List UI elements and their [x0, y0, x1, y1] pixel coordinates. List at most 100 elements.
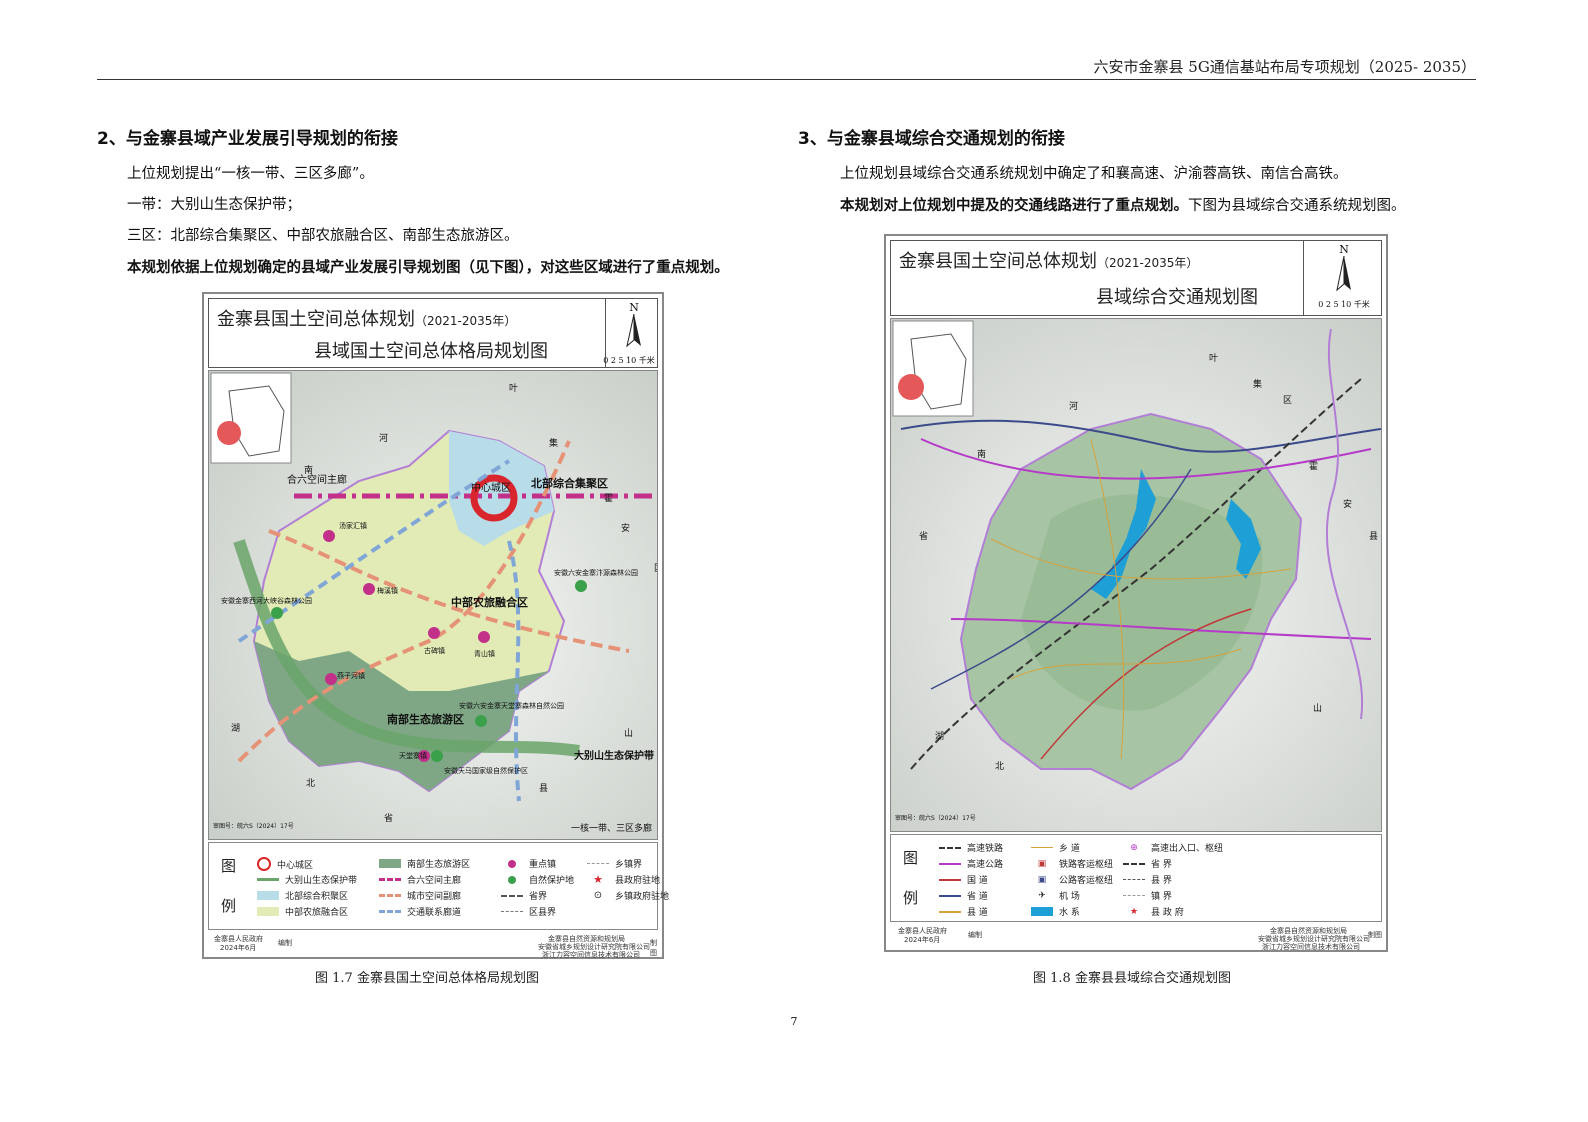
label-char-2: 集 — [549, 439, 559, 449]
label-char-9: 县 — [1369, 532, 1379, 542]
right-para-2-normal: 下图为县域综合交通系统规划图。 — [1188, 198, 1406, 214]
label-char-1: 叶 — [1209, 354, 1219, 364]
right-para-2-bold: 本规划对上位规划中提及的交通线路进行了重点规划。 — [840, 197, 1188, 214]
map-title-1: 金寨县国土空间总体规划（2021-2035年） — [217, 309, 517, 330]
label-char-4: 南 — [304, 466, 314, 476]
legend-key-2: 例 — [221, 897, 237, 915]
label-mid-zone: 中部农旅融合区 — [451, 596, 528, 609]
label-char-7: 霍 — [1309, 462, 1319, 472]
map-title-block: 金寨县国土空间总体规划（2021-2035年） 县域综合交通规划图 N 0 2 … — [890, 240, 1382, 316]
right-section: 3、与金寨县域综合交通规划的衔接 上位规划县域综合交通系统规划中确定了和襄高速、… — [798, 124, 1510, 222]
label-town-2: 梅溪镇 — [377, 587, 398, 595]
map-legend: 图 例 高速铁路 高速公路 国 道 省 道 县 道 乡 道 ▣ 铁路客运枢纽 ▣ 公… — [890, 834, 1382, 922]
right-para-1: 上位规划县域综合交通系统规划中确定了和襄高速、沪渝蓉高铁、南信合高铁。 — [840, 166, 1348, 182]
label-char-8: 安 — [1343, 500, 1353, 510]
left-para-2: 一带：大别山生态保护带； — [127, 197, 301, 213]
legend-item: 镇 界 — [1123, 889, 1172, 902]
label-char-10: 省 — [384, 814, 394, 824]
legend-item: 国 道 — [939, 873, 988, 886]
map-title-2: 县域综合交通规划图 — [1096, 287, 1258, 308]
legend-item: 高速铁路 — [939, 841, 1003, 854]
map-legend: 图 例 中心城区 大别山生态保护带 北部综合积聚区 中部农旅融合区 南部生态旅游… — [208, 842, 669, 930]
label-char-3: 区 — [1283, 396, 1293, 406]
label-north-zone: 北部综合集聚区 — [531, 477, 608, 490]
legend-item: 中部农旅融合区 — [257, 905, 348, 918]
label-char-12: 山 — [624, 729, 634, 739]
map-transport: 金寨县国土空间总体规划（2021-2035年） 县域综合交通规划图 N 0 2 … — [884, 234, 1388, 952]
label-corridor: 合六空间主廊 — [287, 475, 347, 486]
left-para-3: 三区：北部综合集聚区、中部农旅融合区、南部生态旅游区。 — [127, 228, 519, 244]
legend-key-1: 图 — [221, 857, 237, 875]
map-body: 叶 集 区 河 南 省 霍 安 县 湖 北 山 审图号：皖六S（2024）17号 — [890, 318, 1382, 832]
label-char-6: 省 — [919, 532, 929, 542]
label-char-11: 北 — [995, 762, 1005, 772]
legend-item: ★ 县政府驻地 — [593, 873, 661, 886]
label-char-9: 北 — [306, 779, 316, 789]
legend-key-1: 图 — [903, 849, 919, 867]
review-number: 审图号：皖六S（2024）17号 — [213, 823, 294, 830]
legend-item: 北部综合积聚区 — [257, 889, 348, 902]
left-para-4: 本规划依据上位规划确定的县域产业发展引导规划图（见下图），对这些区域进行了重点规… — [127, 259, 729, 276]
right-para-2: 本规划对上位规划中提及的交通线路进行了重点规划。下图为县域综合交通系统规划图。 — [810, 190, 1510, 222]
left-section: 2、与金寨县域产业发展引导规划的衔接 上位规划提出“一核一带、三区多廊”。 一带… — [97, 124, 797, 283]
legend-item: ▣ 铁路客运枢纽 — [1037, 858, 1114, 871]
legend-key-2: 例 — [903, 889, 919, 907]
page-number: 7 — [790, 1015, 798, 1028]
label-park-2: 安徽六安金寨汴源森林公园 — [554, 569, 638, 577]
label-south-zone: 南部生态旅游区 — [387, 713, 464, 726]
map-title-1: 金寨县国土空间总体规划（2021-2035年） — [899, 251, 1199, 272]
label-town-4: 青山镇 — [474, 650, 495, 658]
right-caption: 图 1.8 金寨县县域综合交通规划图 — [1033, 971, 1231, 986]
legend-item: 乡镇界 — [587, 857, 642, 870]
label-char-5: 霍 — [604, 494, 614, 504]
legend-item: 交通联系廊道 — [379, 905, 461, 918]
label-char-11: 县 — [539, 784, 549, 794]
header-title: 六安市金寨县 5G通信基站布局专项规划（2025- 2035） — [1093, 58, 1476, 76]
right-heading: 3、与金寨县域综合交通规划的衔接 — [798, 129, 1065, 149]
legend-item: 重点镇 — [501, 857, 556, 870]
legend-item: 合六空间主廊 — [379, 873, 461, 886]
label-char-8: 湖 — [231, 724, 241, 734]
legend-item: 乡 道 — [1031, 841, 1080, 854]
left-heading: 2、与金寨县域产业发展引导规划的衔接 — [97, 129, 398, 149]
label-char-6: 安 — [621, 524, 631, 534]
left-para-1: 上位规划提出“一核一带、三区多廊”。 — [127, 166, 374, 182]
legend-item: ✈ 机 场 — [1038, 890, 1080, 903]
legend-item: 省 道 — [939, 889, 988, 902]
legend-item: 高速公路 — [939, 857, 1003, 870]
legend-item: 省 界 — [1123, 857, 1172, 870]
label-town-5: 燕子河镇 — [337, 672, 365, 680]
label-char-2: 集 — [1253, 380, 1263, 390]
label-slogan: 一核一带、三区多廊 — [571, 824, 653, 834]
legend-item: 水 系 — [1031, 905, 1080, 918]
header-rule — [97, 79, 1476, 80]
label-park-3: 安徽六安金寨天堂寨森林自然公园 — [459, 702, 564, 710]
title-separator — [1303, 241, 1304, 315]
review-number: 审图号：皖六S（2024）17号 — [895, 815, 976, 822]
label-park-4: 安徽天马国家级自然保护区 — [444, 767, 528, 775]
location-highlight — [217, 421, 241, 445]
legend-item: ★ 县 政 府 — [1129, 906, 1184, 919]
label-town-6: 天堂寨镇 — [399, 752, 427, 760]
map-body: 合六空间主廊 中心城区 北部综合集聚区 中部农旅融合区 南部生态旅游区 大别山生… — [208, 370, 658, 840]
legend-item: 自然保护地 — [501, 873, 574, 886]
legend-item: ⊙ 乡镇政府驻地 — [593, 890, 670, 902]
label-char-5: 南 — [977, 450, 987, 460]
legend-item: 省界 — [501, 889, 547, 902]
legend-item: ⊕ 高速出入口、枢纽 — [1130, 842, 1224, 855]
location-highlight — [898, 374, 924, 400]
compass-icon — [626, 313, 641, 348]
legend-item: 中心城区 — [257, 857, 313, 871]
legend-item: ▣ 公路客运枢纽 — [1037, 874, 1114, 887]
legend-item: 县 道 — [939, 905, 988, 918]
label-belt: 大别山生态保护带 — [574, 751, 654, 762]
map-title-block: 金寨县国土空间总体规划（2021-2035年） 县域国土空间总体格局规划图 N … — [208, 298, 658, 368]
label-char-3: 河 — [379, 434, 389, 444]
label-park-1: 安徽金寨西河大峡谷森林公园 — [221, 597, 312, 605]
label-char-10: 湖 — [935, 732, 945, 742]
legend-item: 城市空间副廊 — [379, 889, 461, 902]
label-char-7: 区 — [654, 561, 657, 574]
north-arrow: N 0 2 5 10 千米 — [1318, 243, 1370, 309]
north-arrow: N 0 2 5 10 千米 — [603, 301, 655, 365]
label-town-3: 古碑镇 — [424, 647, 445, 655]
